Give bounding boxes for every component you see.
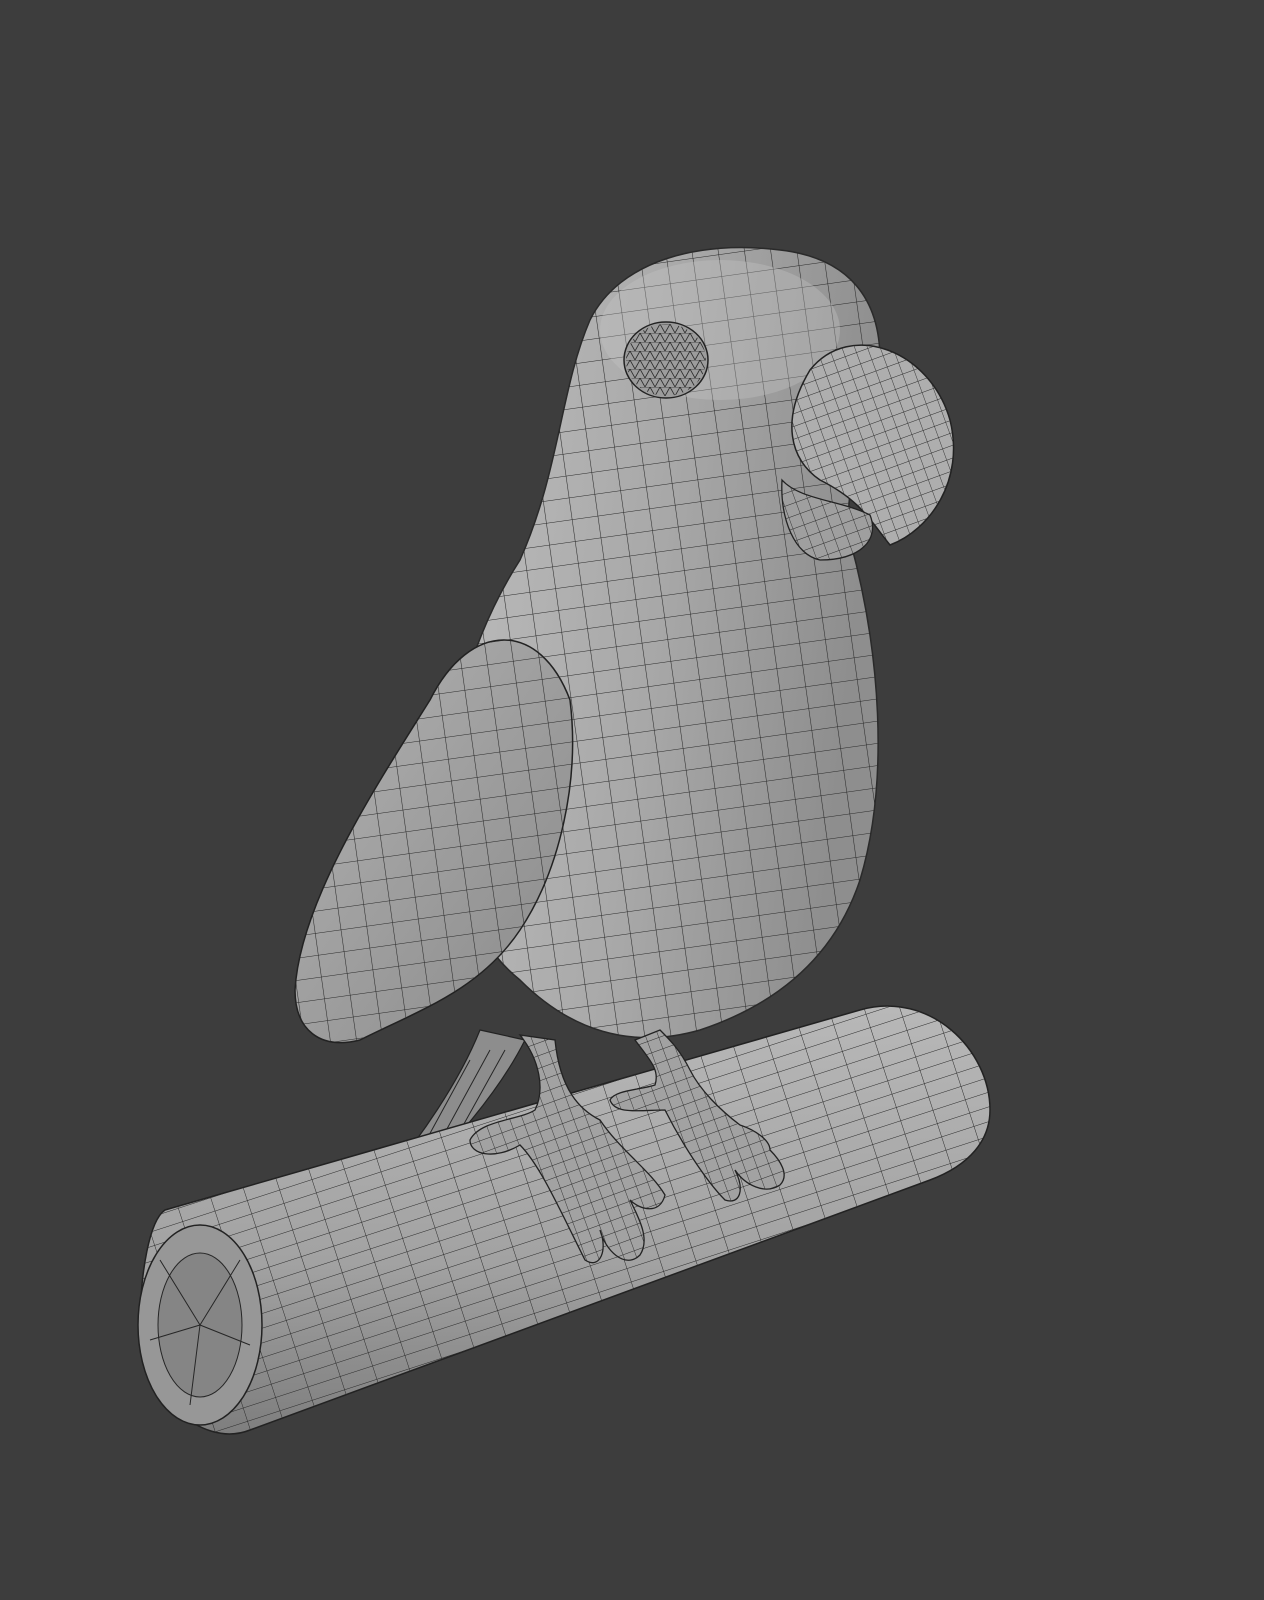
parrot-eye[interactable] [623,321,709,399]
branch-perch[interactable] [137,1005,991,1435]
viewport-scene[interactable] [0,0,1264,1600]
parrot-beak[interactable] [781,344,955,561]
3d-viewport[interactable] [0,0,1264,1600]
